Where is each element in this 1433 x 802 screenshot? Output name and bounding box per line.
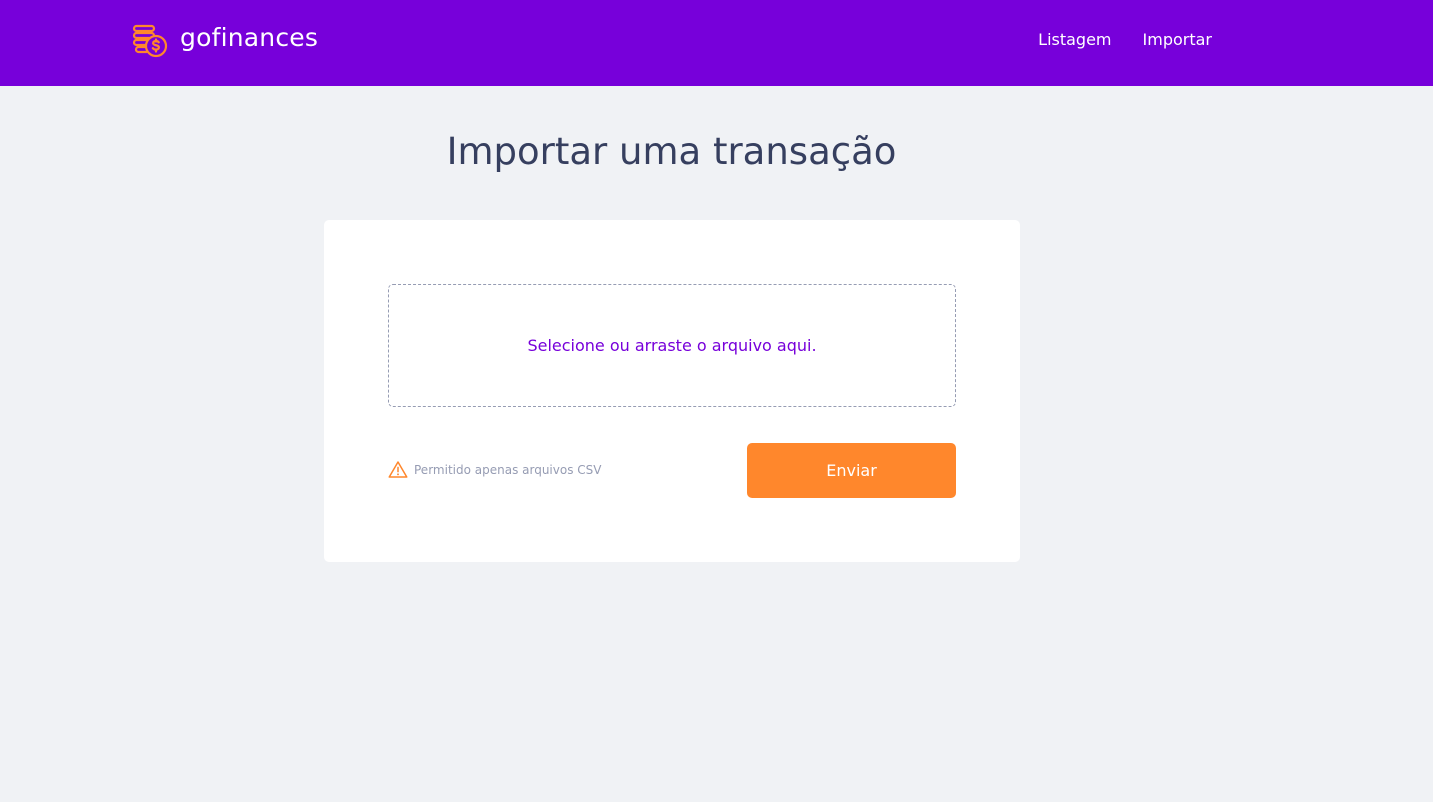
main-nav: Listagem Importar <box>1038 30 1212 50</box>
nav-link-listagem[interactable]: Listagem <box>1038 30 1111 50</box>
brand-name: gofinances <box>180 23 319 52</box>
brand-logo[interactable]: gofinances <box>132 23 319 58</box>
send-button[interactable]: Enviar <box>747 443 956 498</box>
dropzone-label: Selecione ou arraste o arquivo aqui. <box>527 335 817 355</box>
warning-icon <box>388 461 408 478</box>
coins-dollar-icon <box>132 24 168 58</box>
import-card: Selecione ou arraste o arquivo aqui. Per… <box>324 220 1020 562</box>
hint-text: Permitido apenas arquivos CSV <box>414 462 602 477</box>
nav-link-importar[interactable]: Importar <box>1143 30 1212 50</box>
file-dropzone[interactable]: Selecione ou arraste o arquivo aqui. <box>388 284 956 407</box>
file-type-hint: Permitido apenas arquivos CSV <box>388 460 601 479</box>
import-footer: Permitido apenas arquivos CSV Enviar <box>388 443 956 498</box>
app-header: gofinances Listagem Importar <box>0 0 1433 86</box>
page-title: Importar uma transação <box>446 130 897 173</box>
